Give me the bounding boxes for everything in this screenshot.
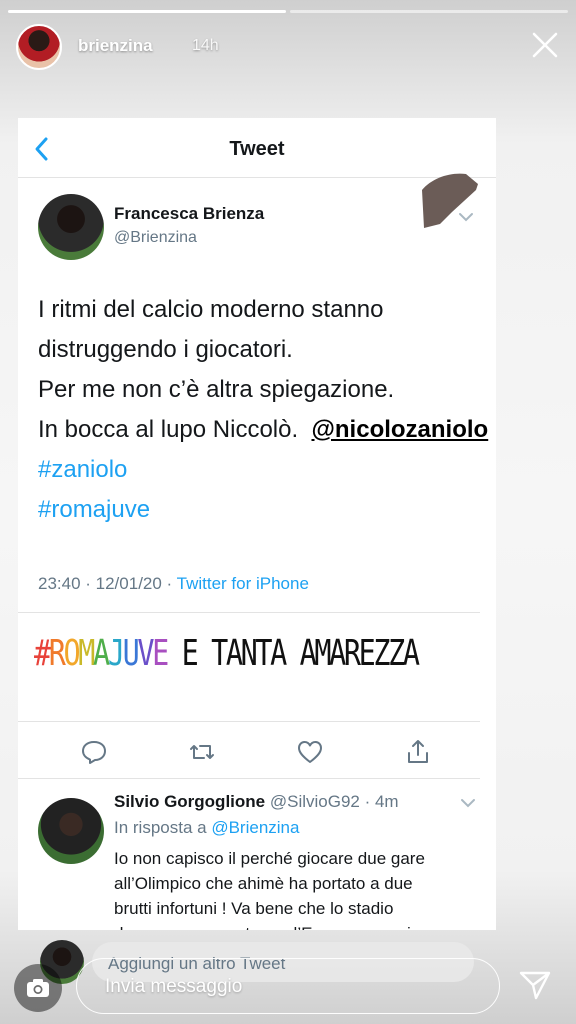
banner-hashtag-char: O bbox=[63, 633, 81, 674]
banner-hashtag-char: # bbox=[34, 633, 51, 674]
send-icon[interactable] bbox=[518, 968, 552, 1002]
nav-title: Tweet bbox=[229, 138, 285, 160]
mention-link[interactable]: @nicolozaniolo bbox=[311, 416, 488, 443]
reply-icon[interactable] bbox=[80, 738, 108, 766]
author-handle[interactable]: @Brienzina bbox=[114, 229, 197, 247]
hashtag-link[interactable]: #zaniolo bbox=[38, 450, 488, 490]
scribble-mark bbox=[422, 173, 478, 228]
reply-handle-time: @SilvioG92 · 4m bbox=[265, 792, 399, 811]
banner-hashtag-char: A bbox=[93, 633, 110, 674]
tweet-line-text: In bocca al lupo Niccolò. bbox=[38, 416, 312, 443]
progress-fill-1 bbox=[8, 10, 286, 13]
tweet-actions bbox=[18, 734, 496, 770]
story-time: 14h bbox=[192, 37, 219, 54]
banner-hashtag-char: V bbox=[137, 633, 154, 674]
chevron-down-icon[interactable] bbox=[458, 212, 474, 222]
reply-body: Io non capisco il perché giocare due gar… bbox=[114, 846, 486, 930]
camera-icon bbox=[27, 979, 49, 997]
message-placeholder: Invia messaggio bbox=[105, 976, 243, 997]
replying-label: In risposta a bbox=[114, 818, 212, 837]
hashtag-link[interactable]: #romajuve bbox=[38, 490, 488, 530]
banner-hashtag-char: J bbox=[107, 633, 125, 674]
author-name[interactable]: Francesca Brienza bbox=[114, 204, 264, 224]
banner-hashtag-char: M bbox=[78, 633, 95, 674]
reply-line: dovo essere pronto per l’Europeo ma ci bbox=[114, 921, 486, 930]
tweet-body: I ritmi del calcio moderno stanno distru… bbox=[38, 290, 488, 530]
story-avatar[interactable] bbox=[16, 24, 62, 70]
banner-text: E TANTA AMAREZZA bbox=[166, 633, 420, 674]
divider bbox=[18, 721, 480, 722]
tweet-line-4: In bocca al lupo Niccolò. @nicolozaniolo bbox=[38, 410, 488, 450]
banner-hashtag: #ROMAJUVE bbox=[34, 633, 169, 674]
banner-hashtag-char: R bbox=[48, 633, 66, 674]
replying-to-link[interactable]: @Brienzina bbox=[211, 818, 299, 837]
camera-button[interactable] bbox=[14, 964, 62, 1012]
story-header: brienzina 14h bbox=[16, 24, 560, 72]
story-text-overlay: #ROMAJUVE E TANTA AMAREZZA bbox=[34, 633, 420, 674]
story-username[interactable]: brienzina bbox=[78, 36, 153, 56]
divider bbox=[18, 612, 480, 613]
reply-line: Io non capisco il perché giocare due gar… bbox=[114, 849, 425, 868]
tweet-source-link[interactable]: Twitter for iPhone bbox=[177, 574, 309, 593]
message-input[interactable]: Invia messaggio bbox=[76, 958, 500, 1014]
replying-to: In risposta a @Brienzina bbox=[114, 818, 299, 838]
tweet-line: I ritmi del calcio moderno stanno bbox=[38, 296, 384, 323]
share-icon[interactable] bbox=[404, 738, 432, 766]
close-icon[interactable] bbox=[530, 30, 560, 60]
tweet-screenshot: Tweet Francesca Brienza @Brienzina I rit… bbox=[18, 118, 496, 930]
tweet-meta: 23:40 · 12/01/20 · Twitter for iPhone bbox=[38, 574, 309, 594]
tweet-line: Per me non c’è altra spiegazione. bbox=[38, 376, 395, 403]
progress-segment-1 bbox=[8, 10, 286, 13]
banner-hashtag-char: U bbox=[122, 633, 140, 674]
reply-header: Silvio Gorgoglione @SilvioG92 · 4m bbox=[114, 792, 399, 812]
progress-segment-2 bbox=[290, 10, 568, 13]
divider bbox=[18, 778, 480, 779]
banner-hashtag-char: E bbox=[152, 633, 169, 674]
story-viewer: brienzina 14h Tweet Francesca Brienza @B… bbox=[0, 0, 576, 1024]
reply-line: all’Olimpico che ahimè ha portato a due bbox=[114, 874, 413, 893]
reply-avatar[interactable] bbox=[38, 798, 104, 864]
story-progress bbox=[8, 10, 568, 13]
like-icon[interactable] bbox=[296, 738, 324, 766]
chevron-down-icon[interactable] bbox=[460, 798, 476, 808]
author-avatar[interactable] bbox=[38, 194, 104, 260]
tweet-line: distruggendo i giocatori. bbox=[38, 336, 293, 363]
tweet-datetime: 23:40 · 12/01/20 · bbox=[38, 574, 177, 593]
retweet-icon[interactable] bbox=[188, 738, 216, 766]
reply-author-name[interactable]: Silvio Gorgoglione bbox=[114, 792, 265, 811]
reply-line: brutti infortuni ! Va bene che lo stadio bbox=[114, 899, 394, 918]
